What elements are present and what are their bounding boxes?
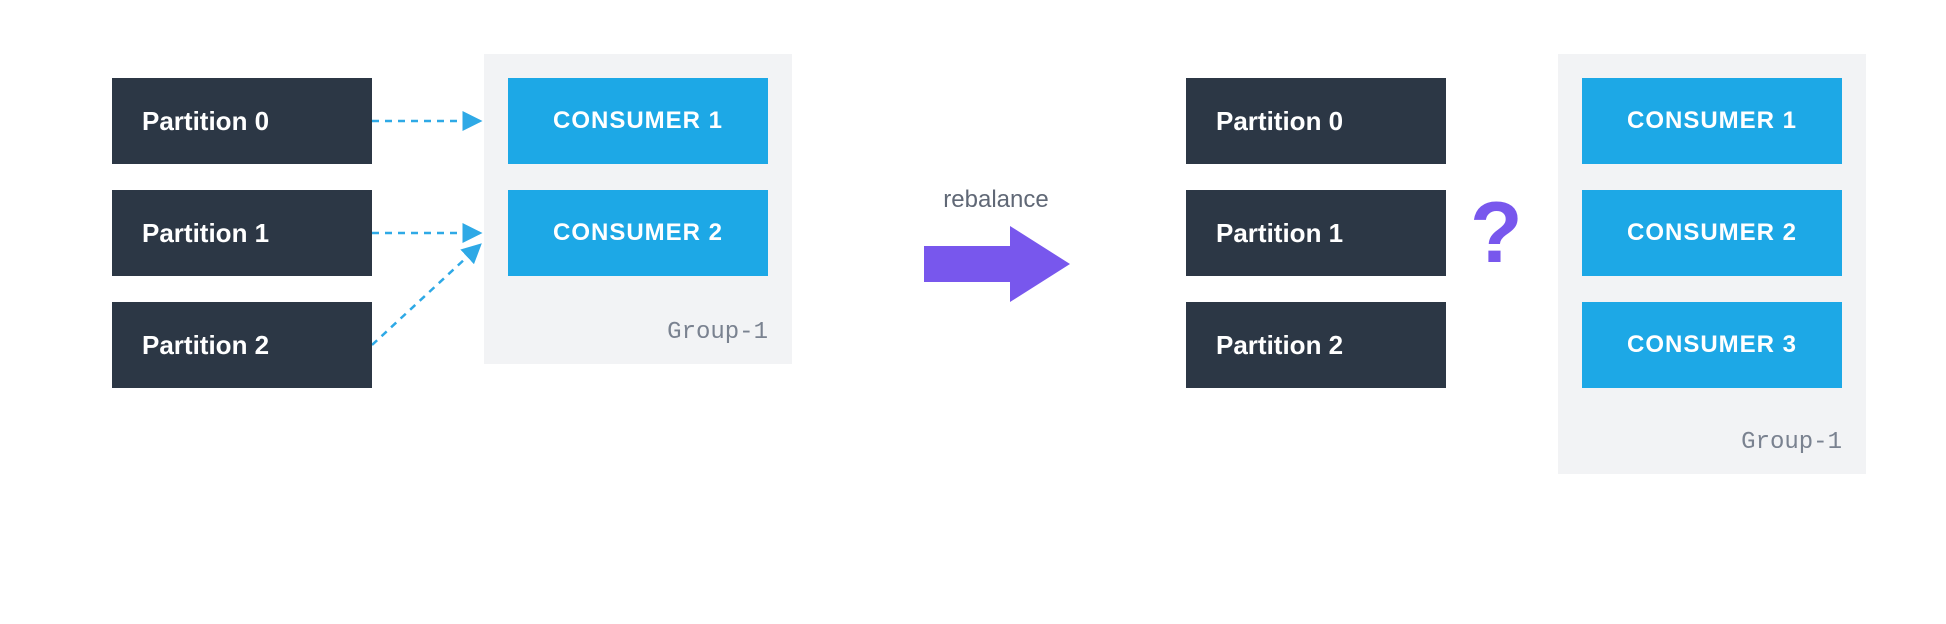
rebalance-arrow-icon bbox=[924, 224, 1074, 304]
partition-label: Partition 0 bbox=[1216, 106, 1343, 137]
partition-box-right-2: Partition 2 bbox=[1186, 302, 1446, 388]
partition-box-left-0: Partition 0 bbox=[112, 78, 372, 164]
partition-label: Partition 0 bbox=[142, 106, 269, 137]
group-container-right: CONSUMER 1 CONSUMER 2 CONSUMER 3 Group-1 bbox=[1558, 54, 1866, 474]
consumer-label: CONSUMER 1 bbox=[553, 107, 723, 135]
consumer-label: CONSUMER 3 bbox=[1627, 331, 1797, 359]
consumer-box-right-3: CONSUMER 3 bbox=[1582, 302, 1842, 388]
consumer-label: CONSUMER 2 bbox=[553, 219, 723, 247]
partition-box-left-1: Partition 1 bbox=[112, 190, 372, 276]
partition-box-right-0: Partition 0 bbox=[1186, 78, 1446, 164]
partition-label: Partition 2 bbox=[1216, 330, 1343, 361]
rebalance-diagram: Partition 0 Partition 1 Partition 2 CONS… bbox=[0, 0, 1946, 624]
consumer-box-right-2: CONSUMER 2 bbox=[1582, 190, 1842, 276]
partition-box-right-1: Partition 1 bbox=[1186, 190, 1446, 276]
partition-label: Partition 1 bbox=[1216, 218, 1343, 249]
group-label-left: Group-1 bbox=[667, 319, 768, 346]
question-mark-icon: ? bbox=[1470, 184, 1523, 283]
partition-label: Partition 2 bbox=[142, 330, 269, 361]
rebalance-label: rebalance bbox=[916, 186, 1076, 214]
consumer-box-right-1: CONSUMER 1 bbox=[1582, 78, 1842, 164]
consumer-box-left-1: CONSUMER 1 bbox=[508, 78, 768, 164]
group-container-left: CONSUMER 1 CONSUMER 2 Group-1 bbox=[484, 54, 792, 364]
consumer-label: CONSUMER 1 bbox=[1627, 107, 1797, 135]
consumer-label: CONSUMER 2 bbox=[1627, 219, 1797, 247]
partition-label: Partition 1 bbox=[142, 218, 269, 249]
group-label-right: Group-1 bbox=[1741, 429, 1842, 456]
consumer-box-left-2: CONSUMER 2 bbox=[508, 190, 768, 276]
dashed-arrows-left bbox=[372, 78, 492, 398]
partition-box-left-2: Partition 2 bbox=[112, 302, 372, 388]
